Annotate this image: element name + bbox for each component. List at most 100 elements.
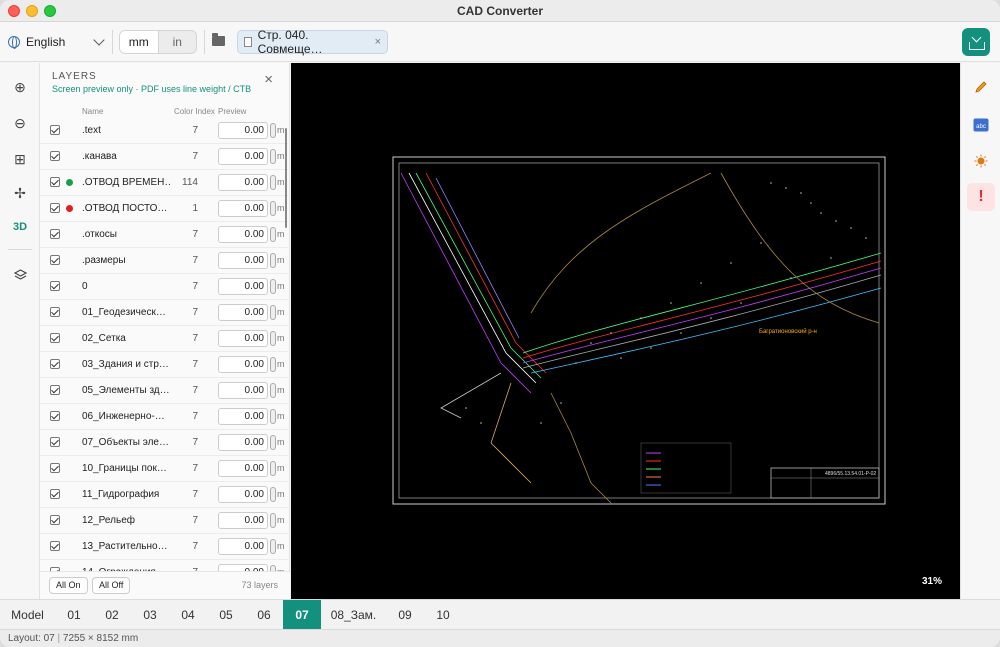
lineweight-stepper[interactable] [270, 175, 276, 190]
drawing-canvas[interactable]: 4896/55.13.54.01-Р-02 Багратионовский р-… [291, 63, 960, 599]
layer-lineweight-input[interactable]: 0.00 [218, 278, 268, 295]
layout-tab[interactable]: 10 [424, 600, 462, 630]
layer-row[interactable]: 13_Растительно… 7 0.00 m [40, 534, 290, 560]
layer-row[interactable]: .размеры 7 0.00 m [40, 248, 290, 274]
layer-lineweight-input[interactable]: 0.00 [218, 174, 268, 191]
layer-visibility-checkbox[interactable] [50, 541, 60, 551]
3d-view-button[interactable]: 3D [8, 215, 32, 239]
layer-lineweight-input[interactable]: 0.00 [218, 538, 268, 555]
layer-lineweight-input[interactable]: 0.00 [218, 512, 268, 529]
all-on-button[interactable]: All On [49, 577, 88, 594]
layer-visibility-checkbox[interactable] [50, 229, 60, 239]
layer-visibility-checkbox[interactable] [50, 463, 60, 473]
lineweight-stepper[interactable] [270, 149, 276, 164]
spellcheck-icon[interactable]: abc [967, 111, 995, 139]
layout-tab[interactable]: 03 [131, 600, 169, 630]
lineweight-stepper[interactable] [270, 357, 276, 372]
pan-icon[interactable]: ✢ [8, 181, 32, 205]
lineweight-stepper[interactable] [270, 435, 276, 450]
lineweight-stepper[interactable] [270, 461, 276, 476]
layer-visibility-checkbox[interactable] [50, 515, 60, 525]
layer-lineweight-input[interactable]: 0.00 [218, 434, 268, 451]
lineweight-stepper[interactable] [270, 539, 276, 554]
layer-lineweight-input[interactable]: 0.00 [218, 200, 268, 217]
close-tab-icon[interactable]: × [375, 36, 381, 48]
theme-icon[interactable] [967, 147, 995, 175]
layer-lineweight-input[interactable]: 0.00 [218, 486, 268, 503]
layer-row[interactable]: 12_Рельеф 7 0.00 m [40, 508, 290, 534]
layout-tab[interactable]: 01 [55, 600, 93, 630]
layer-lineweight-input[interactable]: 0.00 [218, 408, 268, 425]
layer-row[interactable]: .откосы 7 0.00 m [40, 222, 290, 248]
layout-tab[interactable]: 08_Зам. [321, 600, 386, 630]
layout-tab[interactable]: Model [0, 600, 55, 630]
unit-mm-button[interactable]: mm [120, 31, 159, 53]
language-select[interactable]: English [8, 32, 106, 52]
layer-visibility-checkbox[interactable] [50, 437, 60, 447]
close-panel-icon[interactable]: × [264, 71, 273, 88]
layer-lineweight-input[interactable]: 0.00 [218, 226, 268, 243]
layer-lineweight-input[interactable]: 0.00 [218, 330, 268, 347]
layer-visibility-checkbox[interactable] [50, 411, 60, 421]
layer-row[interactable]: 06_Инженерно-… 7 0.00 m [40, 404, 290, 430]
layer-visibility-checkbox[interactable] [50, 203, 60, 213]
layout-tab[interactable]: 09 [386, 600, 424, 630]
lineweight-stepper[interactable] [270, 201, 276, 216]
layer-row[interactable]: 14_Ограждения70.00m [40, 560, 290, 571]
lineweight-stepper[interactable] [270, 253, 276, 268]
layer-lineweight-input[interactable]: 0.00 [218, 304, 268, 321]
layer-lineweight-input[interactable]: 0.00 [218, 148, 268, 165]
unit-toggle[interactable]: mm in [119, 30, 197, 54]
layer-lineweight-input[interactable]: 0.00 [218, 460, 268, 477]
file-tab[interactable]: Стр. 040. Совмеще… × [237, 28, 388, 56]
all-off-button[interactable]: All Off [92, 577, 131, 594]
layer-visibility-checkbox[interactable] [50, 255, 60, 265]
unit-in-button[interactable]: in [159, 31, 197, 53]
lineweight-stepper[interactable] [270, 409, 276, 424]
layer-visibility-checkbox[interactable] [50, 125, 60, 135]
layer-visibility-checkbox[interactable] [50, 281, 60, 291]
layer-row[interactable]: 05_Элементы зд… 7 0.00 m [40, 378, 290, 404]
layer-lineweight-input[interactable]: 0.00 [218, 356, 268, 373]
export-button[interactable] [962, 28, 990, 56]
layer-visibility-checkbox[interactable] [50, 385, 60, 395]
lineweight-stepper[interactable] [270, 383, 276, 398]
pencil-icon[interactable] [967, 73, 995, 101]
layer-row[interactable]: 03_Здания и стр… 7 0.00 m [40, 352, 290, 378]
lineweight-stepper[interactable] [270, 513, 276, 528]
layers-icon[interactable] [8, 263, 32, 287]
layer-list-scrollbar[interactable] [285, 128, 287, 228]
lineweight-stepper[interactable] [270, 487, 276, 502]
layer-lineweight-input[interactable]: 0.00 [218, 122, 268, 139]
folder-icon[interactable] [212, 33, 225, 46]
layout-tab[interactable]: 06 [245, 600, 283, 630]
layout-tab[interactable]: 04 [169, 600, 207, 630]
lineweight-stepper[interactable] [270, 331, 276, 346]
layer-row[interactable]: 11_Гидрография 7 0.00 m [40, 482, 290, 508]
lineweight-stepper[interactable] [270, 227, 276, 242]
zoom-out-icon[interactable]: ⊖ [8, 111, 32, 135]
layer-visibility-checkbox[interactable] [50, 177, 60, 187]
layer-row[interactable]: 01_Геодезическ… 7 0.00 m [40, 300, 290, 326]
layer-row[interactable]: .канава 7 0.00 m [40, 144, 290, 170]
layer-visibility-checkbox[interactable] [50, 307, 60, 317]
layout-tab[interactable]: 07 [283, 600, 321, 630]
fit-view-icon[interactable]: ⊞ [8, 147, 32, 171]
warning-icon[interactable]: ! [967, 183, 995, 211]
zoom-in-icon[interactable]: ⊕ [8, 75, 32, 99]
layer-row[interactable]: 07_Объекты эле… 7 0.00 m [40, 430, 290, 456]
layer-visibility-checkbox[interactable] [50, 489, 60, 499]
lineweight-stepper[interactable] [270, 279, 276, 294]
layer-lineweight-input[interactable]: 0.00 [218, 382, 268, 399]
layer-visibility-checkbox[interactable] [50, 333, 60, 343]
layer-row[interactable]: .ОТВОД ПОСТО… 1 0.00 m [40, 196, 290, 222]
layer-lineweight-input[interactable]: 0.00 [218, 564, 268, 571]
layer-row[interactable]: 02_Сетка 7 0.00 m [40, 326, 290, 352]
layer-row[interactable]: 10_Границы пок… 7 0.00 m [40, 456, 290, 482]
layer-visibility-checkbox[interactable] [50, 151, 60, 161]
layer-row[interactable]: .ОТВОД ВРЕМЕН… 114 0.00 m [40, 170, 290, 196]
layout-tab[interactable]: 02 [93, 600, 131, 630]
layer-lineweight-input[interactable]: 0.00 [218, 252, 268, 269]
layer-row[interactable]: 0 7 0.00 m [40, 274, 290, 300]
layer-row[interactable]: .text 7 0.00 m [40, 118, 290, 144]
